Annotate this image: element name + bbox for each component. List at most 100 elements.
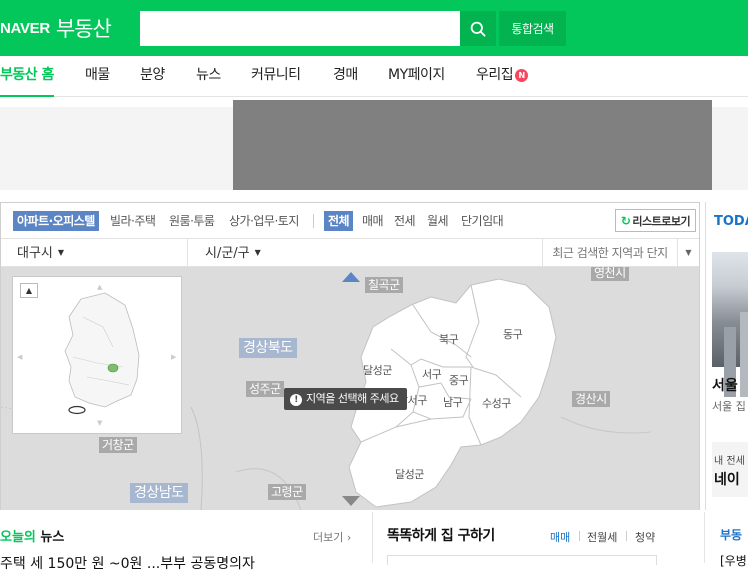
district-label-suseong[interactable]: 수성구 <box>482 395 511 411</box>
minimap[interactable]: ▲ ▲ ◀ ▶ ▼ <box>12 276 182 434</box>
news-title-rest: 뉴스 <box>35 530 65 545</box>
city-select[interactable]: 대구시 ▼ <box>17 239 64 267</box>
right-card-line1: 내 전세 <box>714 456 745 467</box>
region-bar: 대구시 ▼ 시/군/구 ▼ 최근 검색한 지역과 단지 ▼ <box>1 239 699 267</box>
map-scroll-down-arrow[interactable] <box>342 496 360 506</box>
district-label-nam[interactable]: 남구 <box>443 394 463 410</box>
deal-tab-jeonse[interactable]: 전세 <box>394 211 416 231</box>
refresh-icon: ↻ <box>620 213 631 228</box>
region-label-chilgok[interactable]: 칠곡군 <box>365 277 403 293</box>
nav-item-myhome[interactable]: 우리집 N <box>476 56 529 97</box>
nav-item-home[interactable]: 부동산 홈 <box>0 56 54 97</box>
right-bottom-title: 부동 <box>720 528 743 542</box>
nav-item-presale[interactable]: 분양 <box>140 56 165 97</box>
chevron-right-icon: › <box>346 531 352 544</box>
recent-search-select[interactable]: 최근 검색한 지역과 단지 <box>542 239 677 267</box>
region-label-gyeongsan[interactable]: 경산시 <box>572 391 610 407</box>
caret-down-icon[interactable]: ▼ <box>677 239 699 267</box>
right-bottom-item[interactable]: [우병 <box>720 552 747 569</box>
right-card-line2: 네이 <box>714 472 740 488</box>
house-tab-subscription[interactable]: 청약 <box>635 529 655 545</box>
news-more-link[interactable]: 더보기 › <box>313 529 351 545</box>
right-card[interactable]: 내 전세 네이 <box>712 442 748 497</box>
today-news-title: 오늘의 뉴스 <box>0 526 64 545</box>
logo-service: 부동산 <box>55 17 112 41</box>
house-search-title: 똑똑하게 집 구하기 <box>387 528 495 544</box>
map-panel: 아파트·오피스텔 빌라·주택 원룸·투룸 상가·업무·토지 전체 매매 전세 월… <box>0 202 700 510</box>
select-region-tooltip: ! 지역을 선택해 주세요 <box>284 388 407 410</box>
total-search-button[interactable]: 통합검색 <box>499 11 566 46</box>
house-tab-rent[interactable]: 전월세 <box>587 529 617 545</box>
exclamation-icon: ! <box>290 394 302 406</box>
caret-down-icon: ▼ <box>57 248 65 257</box>
region-label-yeongcheon[interactable]: 영천시 <box>591 267 629 281</box>
nav-item-myhome-label: 우리집 <box>476 67 514 83</box>
naver-realestate-logo[interactable]: NAVER 부동산 <box>0 14 112 42</box>
city-select-value: 대구시 <box>17 246 53 261</box>
nav-item-auction[interactable]: 경매 <box>333 56 358 97</box>
photo-building <box>740 312 748 397</box>
house-tab-sale[interactable]: 매매 <box>550 529 570 545</box>
tooltip-text: 지역을 선택해 주세요 <box>306 392 399 405</box>
list-view-label: 리스트로보기 <box>632 214 691 228</box>
filter-tab-commercial[interactable]: 상가·업무·토지 <box>229 211 299 231</box>
filter-bar: 아파트·오피스텔 빌라·주택 원룸·투룸 상가·업무·토지 전체 매매 전세 월… <box>1 203 699 239</box>
district-label-jung[interactable]: 중구 <box>449 372 469 388</box>
map-scroll-up-arrow[interactable] <box>342 272 360 282</box>
district-select[interactable]: 시/군/구 ▼ <box>205 239 261 267</box>
nav-item-community[interactable]: 커뮤니티 <box>251 56 301 97</box>
district-label-dalseong-north[interactable]: 달성군 <box>363 362 392 378</box>
main-nav: 부동산 홈 매물 분양 뉴스 커뮤니티 경매 MY페이지 우리집 N <box>0 56 748 97</box>
nav-item-listings[interactable]: 매물 <box>85 56 110 97</box>
svg-text:▶: ▶ <box>171 353 177 361</box>
search-input[interactable] <box>140 11 460 46</box>
more-label: 더보기 <box>313 531 344 544</box>
logo-naver: NAVER <box>0 19 50 37</box>
deal-tab-shortterm[interactable]: 단기임대 <box>461 211 504 231</box>
filter-divider <box>313 214 314 228</box>
district-label-dalseong-south[interactable]: 달성군 <box>395 466 424 482</box>
caret-down-icon: ▼ <box>254 248 261 257</box>
bottom-section: 오늘의 뉴스 더보기 › 주택 세 150만 원 ~0원 ...부부 공동명의자… <box>0 512 748 572</box>
today-title: TODA <box>714 214 748 229</box>
province-label-gyeongnam[interactable]: 경상남도 <box>130 483 188 503</box>
minimap-korea: ▲ ◀ ▶ ▼ <box>17 283 177 427</box>
column-divider <box>704 512 705 563</box>
district-label-seo[interactable]: 서구 <box>422 366 442 382</box>
filter-tab-oneroom[interactable]: 원룸·투룸 <box>169 211 215 231</box>
house-search-box <box>387 555 657 565</box>
map-area[interactable]: ▲ ▲ ◀ ▶ ▼ 칠곡군 영천시 성주군 경산시 거창군 고령군 경상북도 경… <box>1 267 699 510</box>
region-divider <box>187 239 188 267</box>
right-column: TODA 서울 서울 집 내 전세 네이 <box>705 202 748 510</box>
header: NAVER 부동산 통합검색 <box>0 0 748 56</box>
news-title-highlight: 오늘의 <box>0 530 36 545</box>
new-badge: N <box>515 69 529 82</box>
filter-tab-apartment[interactable]: 아파트·오피스텔 <box>13 211 99 231</box>
deal-tab-monthly[interactable]: 월세 <box>427 211 449 231</box>
svg-text:▲: ▲ <box>97 283 103 291</box>
region-label-seongju[interactable]: 성주군 <box>246 381 284 397</box>
nav-item-news[interactable]: 뉴스 <box>196 56 221 97</box>
ad-banner[interactable] <box>233 100 712 190</box>
column-divider <box>372 512 373 563</box>
news-headline[interactable]: 주택 세 150만 원 ~0원 ...부부 공동명의자 <box>0 553 255 573</box>
list-view-button[interactable]: ↻ 리스트로보기 <box>615 209 696 232</box>
region-label-goryeong[interactable]: 고령군 <box>268 484 306 500</box>
nav-item-mypage[interactable]: MY페이지 <box>388 56 445 97</box>
right-headline[interactable]: 서울 <box>712 375 738 395</box>
district-label-buk[interactable]: 북구 <box>439 331 459 347</box>
province-label-gyeongbuk[interactable]: 경상북도 <box>239 338 297 358</box>
deal-tab-all[interactable]: 전체 <box>324 211 354 231</box>
filter-tab-villa[interactable]: 빌라·주택 <box>110 211 156 231</box>
tab-separator <box>579 531 580 541</box>
district-select-value: 시/군/구 <box>205 246 250 261</box>
district-label-dong[interactable]: 동구 <box>503 326 523 342</box>
region-label-geochang[interactable]: 거창군 <box>99 437 137 453</box>
tab-separator <box>626 531 627 541</box>
news-photo[interactable] <box>712 252 748 397</box>
search-button[interactable] <box>460 11 496 46</box>
search-icon <box>470 21 486 37</box>
deal-tab-sale[interactable]: 매매 <box>362 211 384 231</box>
right-subline: 서울 집 <box>712 400 746 413</box>
svg-text:▼: ▼ <box>97 419 103 427</box>
